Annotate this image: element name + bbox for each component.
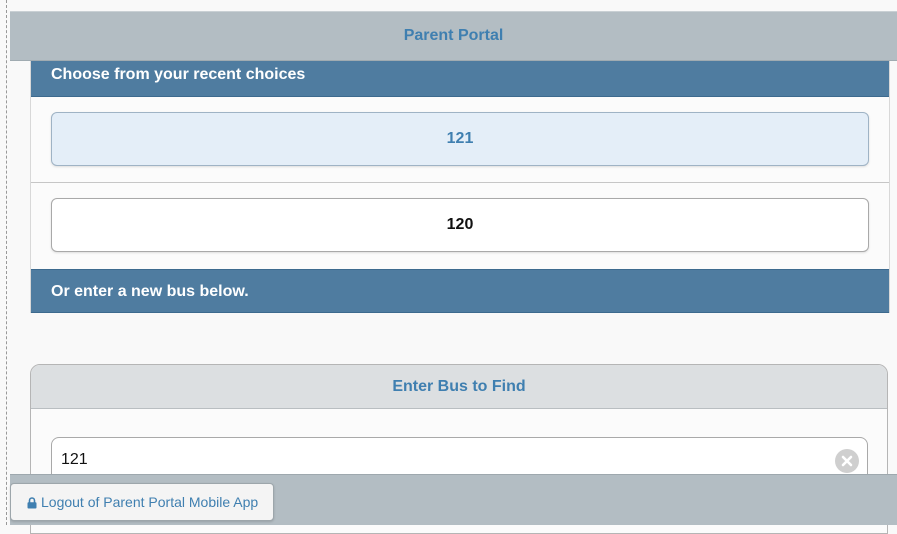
footer-bar: Logout of Parent Portal Mobile App	[10, 474, 897, 525]
bus-search-input[interactable]	[61, 451, 821, 469]
page-left-edge	[0, 0, 7, 525]
list-item: 120	[31, 183, 889, 269]
logout-label: Logout of Parent Portal Mobile App	[41, 494, 259, 510]
clear-circle-icon[interactable]	[835, 449, 859, 473]
recent-choice-button[interactable]: 120	[51, 198, 869, 252]
new-bus-prompt: Or enter a new bus below.	[31, 269, 889, 313]
lock-icon	[27, 496, 37, 509]
list-item: 121	[31, 97, 889, 183]
logout-button[interactable]: Logout of Parent Portal Mobile App	[10, 483, 275, 521]
recent-choices-heading: Choose from your recent choices	[31, 61, 889, 97]
recent-choice-button[interactable]: 121	[51, 112, 869, 166]
top-header-bar: Parent Portal	[10, 11, 897, 61]
find-bus-title: Enter Bus to Find	[31, 365, 887, 409]
recent-choices-panel: Choose from your recent choices 121 120 …	[30, 61, 890, 313]
page-title: Parent Portal	[403, 27, 504, 44]
